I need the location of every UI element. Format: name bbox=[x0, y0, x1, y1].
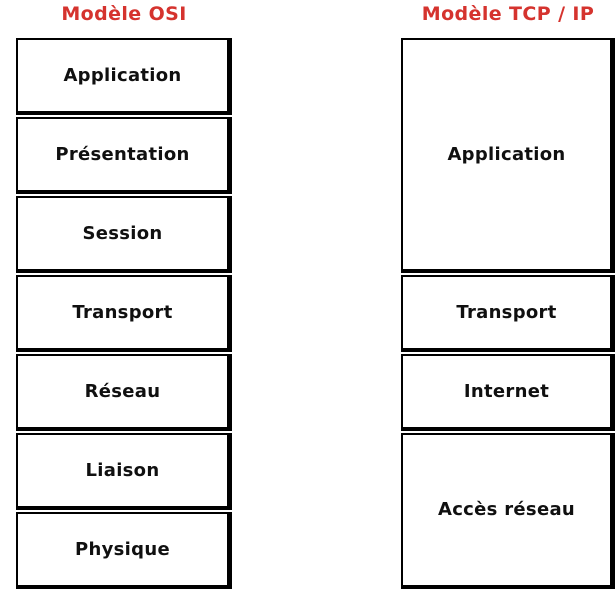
osi-layer-datalink-label: Liaison bbox=[85, 459, 160, 481]
tcpip-layer-network-access: Accès réseau bbox=[401, 433, 615, 589]
tcpip-layer-internet-label: Internet bbox=[463, 380, 550, 402]
tcpip-column-title: Modèle TCP / IP bbox=[421, 3, 595, 25]
osi-layer-physical-label: Physique bbox=[75, 538, 170, 560]
tcpip-layer-network-access-label: Accès réseau bbox=[437, 499, 576, 520]
osi-layer-session: Session bbox=[16, 196, 232, 273]
tcpip-layer-transport: Transport bbox=[401, 275, 615, 352]
osi-layer-presentation-label: Présentation bbox=[55, 143, 190, 165]
osi-layer-session-label: Session bbox=[82, 222, 163, 244]
tcpip-layer-application: Application bbox=[401, 38, 615, 273]
osi-layer-network-label: Réseau bbox=[84, 380, 161, 402]
osi-layer-application: Application bbox=[16, 38, 232, 115]
osi-layer-presentation: Présentation bbox=[16, 117, 232, 194]
osi-layer-transport: Transport bbox=[16, 275, 232, 352]
osi-column-title: Modèle OSI bbox=[61, 3, 187, 25]
osi-layer-application-label: Application bbox=[63, 64, 182, 86]
tcpip-layer-transport-label: Transport bbox=[456, 301, 557, 323]
network-models-diagram: Modèle OSI Application Présentation Sess… bbox=[0, 0, 615, 592]
osi-layer-physical: Physique bbox=[16, 512, 232, 589]
tcpip-layer-internet: Internet bbox=[401, 354, 615, 431]
tcpip-layer-application-label: Application bbox=[447, 143, 566, 165]
osi-layer-stack: Application Présentation Session Transpo… bbox=[16, 38, 232, 589]
osi-layer-transport-label: Transport bbox=[72, 301, 173, 323]
osi-layer-datalink: Liaison bbox=[16, 433, 232, 510]
tcpip-layer-stack: Application Transport Internet Accès rés… bbox=[401, 38, 615, 589]
osi-layer-network: Réseau bbox=[16, 354, 232, 431]
